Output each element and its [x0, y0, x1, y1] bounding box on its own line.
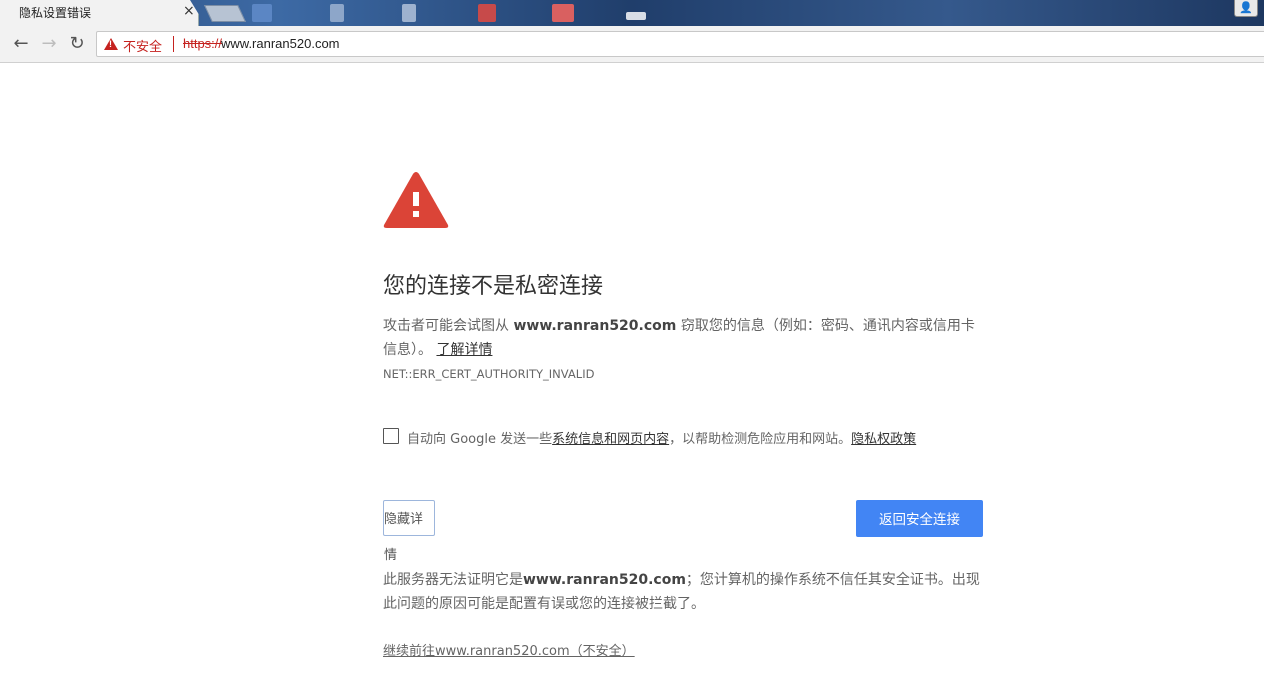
url-host: www.ranran520.com [221, 36, 340, 51]
background-decoration [478, 4, 496, 22]
proceed-unsafe-link[interactable]: 继续前往www.ranran520.com（不安全） [383, 640, 635, 659]
back-arrow-icon[interactable]: ← [11, 34, 31, 54]
extended-reporting-text: 自动向 Google 发送一些 [407, 432, 553, 447]
tab-strip: 隐私设置错误 × 👤 [0, 0, 1264, 26]
browser-toolbar: ← → ↻ 不安全 https:// www.ranran520.com [0, 26, 1264, 63]
background-decoration [252, 4, 272, 22]
tab-close-icon[interactable]: × [183, 3, 195, 19]
security-status-label[interactable]: 不安全 [123, 36, 162, 55]
address-bar[interactable]: 不安全 https:// www.ranran520.com [96, 31, 1264, 57]
extended-reporting-checkbox[interactable] [383, 428, 399, 444]
back-to-safety-button[interactable]: 返回安全连接 [856, 500, 983, 537]
forward-arrow-icon[interactable]: → [39, 34, 59, 54]
explanation-host: www.ranran520.com [513, 318, 677, 334]
privacy-policy-link[interactable]: 隐私权政策 [851, 432, 916, 447]
background-decoration [626, 12, 646, 20]
background-decoration [402, 4, 416, 22]
extended-reporting-text: ，以帮助检测危险应用和网站。 [669, 432, 852, 447]
details-host: www.ranran520.com [523, 572, 686, 588]
details-text: 此服务器无法证明它是 [383, 572, 523, 588]
reload-icon[interactable]: ↻ [67, 34, 87, 54]
profile-icon[interactable]: 👤 [1234, 0, 1258, 17]
background-decoration [330, 4, 344, 22]
explanation-text: 攻击者可能会试图从 [383, 318, 514, 334]
new-tab-button[interactable] [204, 5, 246, 22]
warning-icon[interactable] [104, 38, 118, 50]
active-tab[interactable]: 隐私设置错误 × [0, 0, 199, 26]
system-info-link[interactable]: 系统信息和网页内容 [552, 432, 669, 447]
details-paragraph: 此服务器无法证明它是www.ranran520.com；您计算机的操作系统不信任… [383, 568, 983, 616]
explanation-paragraph: 攻击者可能会试图从 www.ranran520.com 窃取您的信息（例如：密码… [383, 314, 983, 362]
error-code: NET::ERR_CERT_AUTHORITY_INVALID [383, 367, 595, 381]
tab-title: 隐私设置错误 [19, 6, 92, 20]
page-title: 您的连接不是私密连接 [383, 274, 604, 299]
learn-more-link[interactable]: 了解详情 [436, 342, 492, 358]
background-decoration [552, 4, 574, 22]
extended-reporting-label: 自动向 Google 发送一些系统信息和网页内容，以帮助检测危险应用和网站。隐私… [407, 428, 916, 447]
divider [173, 36, 174, 52]
hide-details-button[interactable]: 隐藏详情 [383, 500, 435, 562]
warning-triangle-icon [383, 171, 449, 233]
url-scheme: https:// [183, 36, 223, 51]
